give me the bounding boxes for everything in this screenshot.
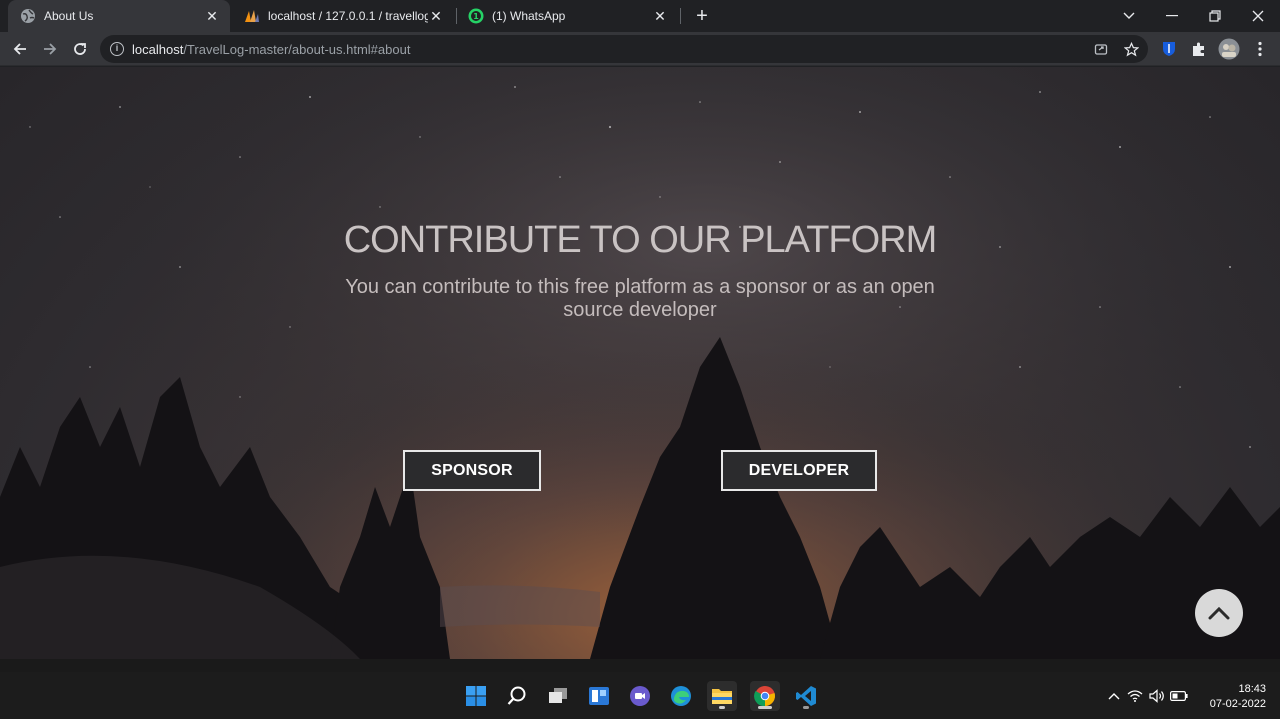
chrome-icon[interactable] [750,681,780,711]
forward-button[interactable] [38,37,62,61]
tab-search-chevron-icon[interactable] [1107,0,1151,32]
windows-start-icon[interactable] [461,681,491,711]
reload-icon [74,43,86,55]
system-tray [1104,672,1190,719]
bitwarden-extension-icon[interactable] [1157,37,1181,61]
widgets-icon[interactable] [584,681,614,711]
about-page: CONTRIBUTE TO OUR PLATFORM You can contr… [0,67,1280,659]
scroll-to-top-button[interactable] [1195,589,1243,637]
minimize-button[interactable] [1150,0,1194,32]
close-tab-icon[interactable]: ✕ [204,8,220,24]
teams-chat-icon[interactable] [625,681,655,711]
tab-title: localhost / 127.0.0.1 / travellog | [268,9,428,23]
tab-whatsapp[interactable]: 1 (1) WhatsApp ✕ [456,0,678,32]
url-path: /TravelLog-master/about-us.html#about [183,41,411,57]
tab-title: (1) WhatsApp [492,9,566,23]
site-info-icon[interactable]: i [110,42,124,56]
phpmyadmin-icon [244,8,260,24]
address-bar[interactable]: i localhost/TravelLog-master/about-us.ht… [100,35,1148,63]
page-subtitle: You can contribute to this free platform… [345,276,935,321]
clock[interactable]: 18:43 07-02-2022 [1210,682,1266,712]
windows-taskbar: 18:43 07-02-2022 [0,672,1280,719]
wifi-icon[interactable] [1124,689,1146,702]
back-button[interactable] [8,37,32,61]
tab-about-us[interactable]: About Us ✕ [8,0,230,32]
close-tab-icon[interactable]: ✕ [652,8,668,24]
close-tab-icon[interactable]: ✕ [428,8,444,24]
page-bottom-strip [0,659,1280,672]
active-indicator [758,706,772,709]
whatsapp-icon: 1 [468,8,484,24]
reload-button[interactable] [68,37,92,61]
search-icon[interactable] [502,681,532,711]
forward-arrow-icon [44,43,57,55]
volume-icon[interactable] [1146,688,1168,703]
edge-icon[interactable] [666,681,696,711]
chevron-up-icon [1208,606,1230,620]
sponsor-button[interactable]: SPONSOR [403,450,541,491]
show-hidden-icons-chevron-icon[interactable] [1104,692,1124,700]
starry-sky-background [0,67,1280,659]
page-title: CONTRIBUTE TO OUR PLATFORM [343,219,938,261]
tab-title: About Us [44,9,94,23]
globe-icon [20,8,36,24]
svg-text:1: 1 [473,12,479,21]
task-view-icon[interactable] [543,681,573,711]
new-tab-button[interactable]: + [690,4,714,28]
vscode-icon[interactable] [791,681,821,711]
browser-toolbar: i localhost/TravelLog-master/about-us.ht… [0,32,1280,66]
running-indicator [719,706,725,709]
developer-button[interactable]: DEVELOPER [721,450,877,491]
back-arrow-icon [13,43,26,55]
tab-separator [680,8,681,24]
bookmark-star-icon[interactable] [1122,40,1140,58]
tab-strip: About Us ✕ localhost / 127.0.0.1 / trave… [0,0,1280,32]
clock-date: 07-02-2022 [1209,698,1266,710]
close-window-button[interactable] [1236,0,1280,32]
menu-kebab-icon[interactable] [1248,37,1272,61]
profile-avatar[interactable] [1217,37,1241,61]
url-host: localhost [132,41,184,57]
file-explorer-icon[interactable] [707,681,737,711]
share-icon[interactable] [1092,40,1110,58]
tab-phpmyadmin[interactable]: localhost / 127.0.0.1 / travellog | ✕ [232,0,454,32]
battery-icon[interactable] [1168,690,1190,701]
extensions-puzzle-icon[interactable] [1187,37,1211,61]
restore-button[interactable] [1193,0,1237,32]
clock-time: 18:43 [1238,683,1266,695]
running-indicator [803,706,809,709]
